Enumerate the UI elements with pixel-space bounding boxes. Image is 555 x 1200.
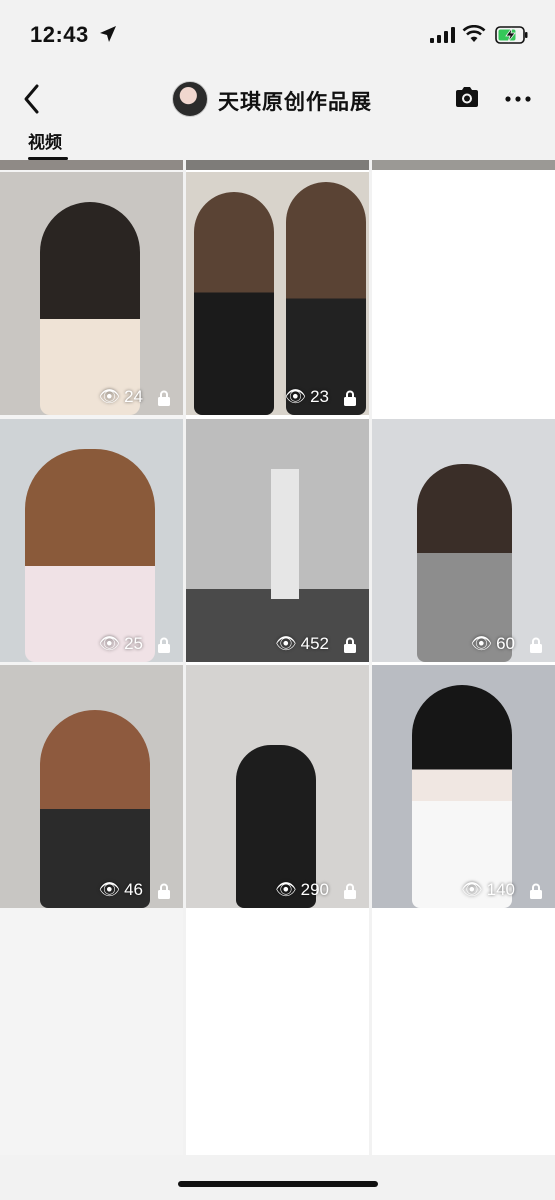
lock-icon [344,883,356,899]
video-thumbnail [194,192,274,415]
video-thumbnail [40,202,140,415]
view-count: 👁 46 [98,880,143,899]
lock-icon [344,637,356,653]
view-count: 👁 60 [470,634,515,653]
video-tile[interactable]: 👁 46 [0,665,183,908]
cellular-signal-icon [430,27,455,43]
view-count: 👁 140 [461,880,515,899]
nav-bar: 天琪原创作品展 [0,70,555,130]
lock-icon [158,637,170,653]
video-tile[interactable]: 👁 60 [372,419,555,662]
wifi-icon [462,25,486,42]
tab-bar: 视频 [0,128,555,160]
video-thumbnail [412,685,512,908]
video-tile[interactable]: 👁 452 [186,419,369,662]
lock-icon [158,883,170,899]
video-tile[interactable]: 👁 24 [0,172,183,415]
back-chevron-icon[interactable] [18,82,48,116]
eye-icon: 👁 [275,880,297,899]
camera-icon[interactable] [454,86,480,108]
lock-icon [530,883,542,899]
video-thumbnail [417,464,512,662]
partial-video-strip [372,160,555,170]
avatar[interactable] [172,81,208,117]
video-thumbnail [286,182,366,415]
partial-video-strip [186,160,369,170]
more-icon[interactable] [505,96,531,102]
status-bar: 12:43 [0,0,555,70]
status-time: 12:43 [30,22,89,47]
lock-icon [158,390,170,406]
eye-icon: 👁 [275,634,297,653]
lock-icon [344,390,356,406]
video-thumbnail [25,449,155,662]
eye-icon: 👁 [98,634,121,653]
lock-icon [530,637,542,653]
eye-icon: 👁 [98,880,121,899]
eye-icon: 👁 [284,387,307,406]
tab-video[interactable]: 视频 [28,128,62,153]
view-count: 👁 25 [98,634,143,653]
location-arrow-icon [100,26,116,42]
eye-icon: 👁 [470,634,493,653]
view-count: 👁 24 [98,387,143,406]
page-title: 天琪原创作品展 [218,91,372,114]
eye-icon: 👁 [98,387,121,406]
view-count: 👁 452 [275,634,329,653]
eye-icon: 👁 [461,880,483,899]
video-tile[interactable]: 👁 25 [0,419,183,662]
partial-video-strip [0,160,183,170]
video-tile[interactable]: 👁 140 [372,665,555,908]
home-indicator[interactable] [178,1181,378,1187]
video-thumbnail [40,710,150,908]
view-count: 👁 290 [275,880,329,899]
view-count: 👁 23 [284,387,329,406]
video-thumbnail [271,469,299,599]
video-grid: 👁 24 👁 23 👁 25 👁 452 👁 60 👁 46 👁 290 👁 1… [0,160,555,1160]
video-tile[interactable]: 👁 23 [186,172,369,415]
video-tile[interactable]: 👁 290 [186,665,369,908]
battery-charging-icon [495,26,528,44]
